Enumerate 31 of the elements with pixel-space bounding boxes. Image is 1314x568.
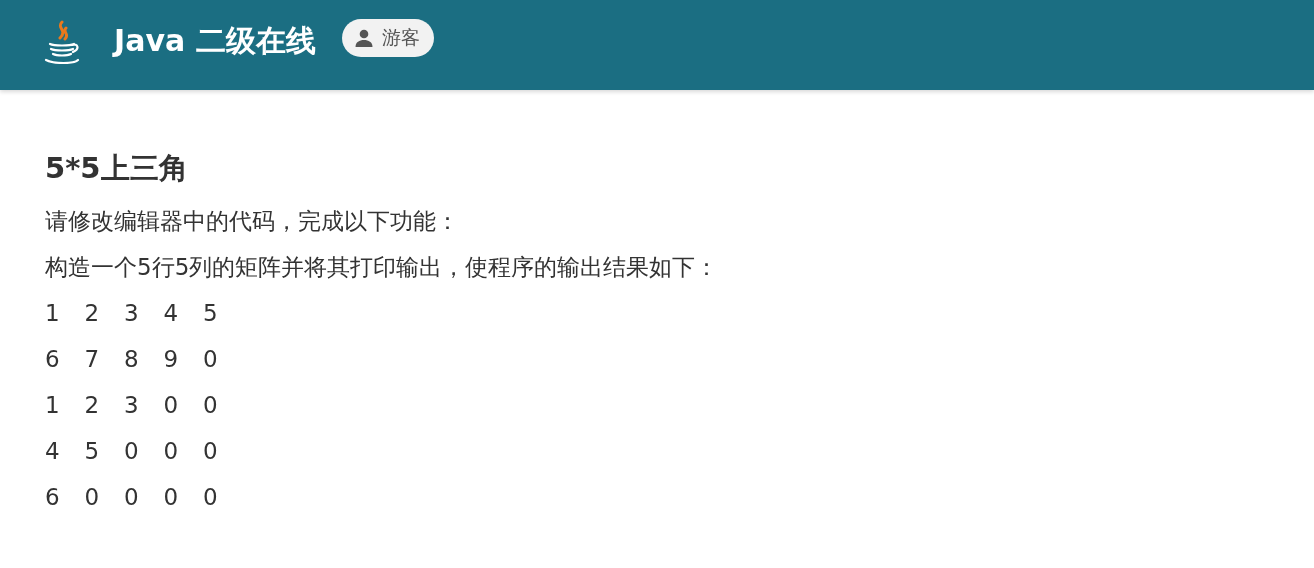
matrix-number: 0 (124, 438, 140, 464)
matrix-number: 1 (45, 392, 61, 418)
matrix-number: 0 (84, 484, 101, 510)
matrix-number: 3 (124, 392, 140, 418)
problem-title: 5*5上三角 (45, 150, 189, 187)
matrix-number: 2 (84, 300, 101, 326)
matrix-number: 3 (124, 300, 140, 326)
matrix-number: 6 (45, 346, 61, 372)
matrix-number: 0 (203, 484, 219, 510)
matrix-number: 4 (45, 438, 61, 464)
matrix-number: 6 (45, 484, 61, 510)
matrix-number: 1 (45, 300, 61, 326)
matrix-number: 5 (84, 438, 101, 464)
matrix-number: 0 (203, 346, 219, 372)
instruction-text: 请修改编辑器中的代码，完成以下功能： (45, 207, 460, 236)
matrix-number: 5 (203, 300, 219, 326)
matrix-number: 0 (163, 392, 180, 418)
matrix-number: 0 (203, 392, 219, 418)
matrix-number: 0 (163, 438, 180, 464)
matrix-number: 0 (124, 484, 140, 510)
instruction-text: 构造一个5行5列的矩阵并将其打印输出，使程序的输出结果如下： (45, 253, 720, 282)
matrix-number: 0 (203, 438, 219, 464)
matrix-number: 0 (163, 484, 180, 510)
matrix-number: 7 (84, 346, 101, 372)
matrix-number: 8 (124, 346, 140, 372)
site-title: Java 二级在线 (114, 21, 316, 60)
matrix-number: 4 (163, 300, 180, 326)
matrix-number: 2 (84, 392, 101, 418)
user-badge[interactable]: 游客 (341, 19, 434, 57)
matrix-number: 9 (163, 346, 180, 372)
person-icon (353, 28, 374, 48)
